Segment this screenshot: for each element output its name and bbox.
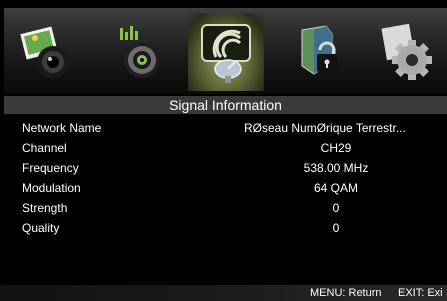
channel-label: Channel xyxy=(22,141,67,155)
quality-value: 0 xyxy=(332,221,340,235)
strength-row: Strength 0 xyxy=(0,198,447,218)
quality-row: Quality 0 xyxy=(0,218,447,238)
exit-hint[interactable]: EXIT: Exi xyxy=(398,285,443,301)
setup-icon[interactable] xyxy=(378,22,438,82)
page-title: Signal Information xyxy=(4,96,447,114)
channel-row: Channel CH29 xyxy=(0,138,447,158)
signal-info-table: Network Name RØseau NumØrique Terrestr..… xyxy=(0,118,447,290)
picture-icon[interactable] xyxy=(17,22,77,82)
lock-icon[interactable] xyxy=(292,22,352,82)
strength-value: 0 xyxy=(332,201,340,215)
network-name-row: Network Name RØseau NumØrique Terrestr..… xyxy=(0,118,447,138)
network-name-label: Network Name xyxy=(22,121,102,135)
menu-return-hint[interactable]: MENU: Return xyxy=(310,285,382,301)
channel-value: CH29 xyxy=(320,141,352,155)
modulation-value: 64 QAM xyxy=(313,181,358,195)
frequency-value: 538.00 MHz xyxy=(303,161,369,175)
modulation-row: Modulation 64 QAM xyxy=(0,178,447,198)
strength-label: Strength xyxy=(22,201,68,215)
menu-icon-bar xyxy=(4,8,447,94)
footer-hint-bar: MENU: Return EXIT: Exi xyxy=(0,285,447,301)
sound-icon[interactable] xyxy=(110,22,170,82)
frequency-row: Frequency 538.00 MHz xyxy=(0,158,447,178)
quality-label: Quality xyxy=(22,221,60,235)
channel-icon[interactable] xyxy=(188,13,264,91)
frequency-label: Frequency xyxy=(22,161,79,175)
signal-information-screen: Signal Information Network Name RØseau N… xyxy=(0,0,447,301)
network-name-value: RØseau NumØrique Terrestr... xyxy=(244,121,406,135)
modulation-label: Modulation xyxy=(22,181,81,195)
